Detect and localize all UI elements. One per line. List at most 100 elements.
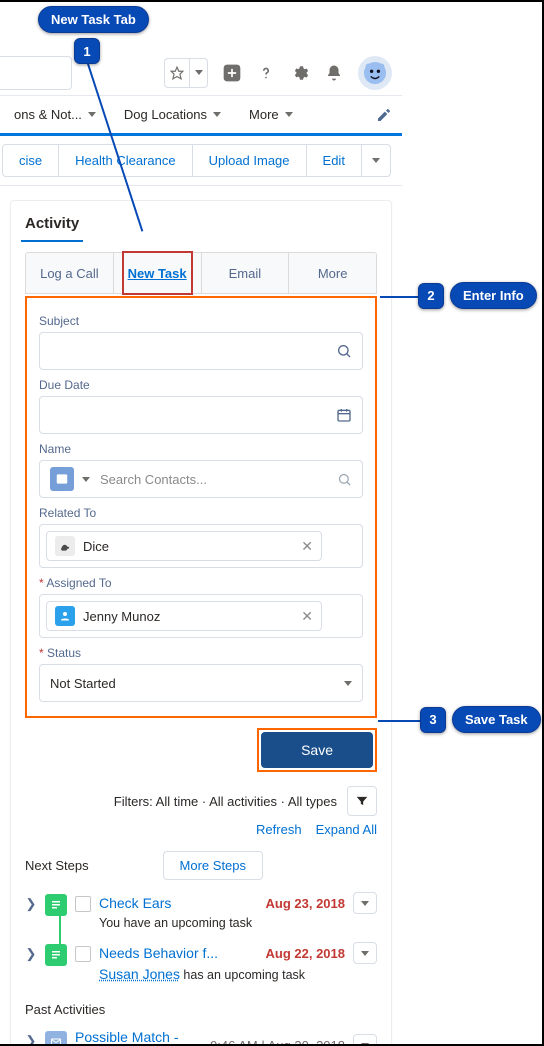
star-icon [165,59,189,87]
nav-item-2-label: Dog Locations [124,107,207,122]
status-value: Not Started [50,676,116,691]
callout-2-label: Enter Info [450,282,537,309]
task-menu-button[interactable] [353,942,377,964]
activity-card: Activity Log a Call New Task Email More … [10,200,392,1046]
user-avatar[interactable] [358,56,392,90]
subject-input[interactable] [39,332,363,370]
nav-item-1[interactable]: ons & Not... [0,95,110,135]
task-subtitle-rest: has an upcoming task [180,968,305,982]
plus-icon[interactable] [222,63,242,83]
save-highlight: Save [257,728,377,772]
task-icon [45,894,67,916]
bell-icon[interactable] [324,63,344,83]
nav-item-1-label: ons & Not... [14,107,82,122]
nav-item-2[interactable]: Dog Locations [110,95,235,135]
expand-chevron-icon[interactable]: ❯ [25,896,37,912]
nav-item-more-label: More [249,107,279,122]
activity-menu-button[interactable] [353,1034,377,1046]
action-health-clearance[interactable]: Health Clearance [59,145,192,176]
filter-summary: Filters: All time · All activities · All… [114,794,337,809]
assigned-to-entity[interactable]: Jenny Munoz ✕ [46,601,322,631]
name-input[interactable]: Search Contacts... [39,460,363,498]
save-button[interactable]: Save [261,732,373,768]
refresh-link[interactable]: Refresh [256,822,302,837]
filter-button[interactable] [347,786,377,816]
task-checkbox[interactable] [75,946,91,962]
clear-icon[interactable]: ✕ [301,608,313,625]
timeline-item: ❯ Check Ears Aug 23, 2018 [25,886,377,936]
task-date: Aug 22, 2018 [266,946,346,961]
due-date-label: Due Date [39,378,363,392]
subject-label: Subject [39,314,363,328]
action-upload-image[interactable]: Upload Image [193,145,307,176]
nav-item-more[interactable]: More [235,95,307,135]
tab-email[interactable]: Email [202,253,290,293]
chevron-down-icon [344,681,352,686]
task-link[interactable]: Check Ears [99,895,171,911]
timeline-item: ❯ Possible Match - Pl... 9:46 AM | Aug 2… [25,1023,377,1046]
tab-new-task[interactable]: New Task [114,253,202,293]
chevron-down-icon [88,112,96,117]
timeline-item: ❯ Needs Behavior f... Aug 22, 2018 [25,936,377,988]
related-to-label: Related To [39,506,363,520]
related-to-input[interactable]: Dice ✕ [39,524,363,568]
action-more-button[interactable] [362,145,390,176]
chevron-down-icon [361,1043,369,1046]
contact-icon [50,467,74,491]
assigned-to-value: Jenny Munoz [83,609,160,624]
search-icon [336,343,352,359]
callout-2-number: 2 [418,283,444,309]
record-action-bar: cise Health Clearance Upload Image Edit [0,136,402,186]
assigned-to-input[interactable]: Jenny Munoz ✕ [39,594,363,638]
activity-link[interactable]: Possible Match - Pl... [75,1029,200,1046]
task-subtitle: Susan Jones has an upcoming task [99,966,377,982]
email-icon [45,1031,67,1046]
callout-3-label: Save Task [452,706,541,733]
tab-new-task-label: New Task [128,266,187,281]
chevron-down-icon[interactable] [82,477,90,482]
expand-chevron-icon[interactable]: ❯ [25,1033,37,1046]
status-select[interactable]: Not Started [39,664,363,702]
name-label: Name [39,442,363,456]
callout-1-number: 1 [74,38,100,64]
related-to-value: Dice [83,539,109,554]
user-icon [55,606,75,626]
chevron-down-icon [361,901,369,906]
help-icon[interactable] [256,63,276,83]
chevron-down-icon [285,112,293,117]
action-cise[interactable]: cise [3,145,59,176]
action-edit[interactable]: Edit [307,145,362,176]
object-nav: ons & Not... Dog Locations More [0,96,402,136]
dog-icon [55,536,75,556]
name-placeholder: Search Contacts... [100,472,207,487]
task-owner-link[interactable]: Susan Jones [99,966,180,982]
chevron-down-icon [189,59,207,87]
tab-log-call[interactable]: Log a Call [26,253,114,293]
callout-1-label: New Task Tab [38,6,149,33]
activity-tabstrip: Log a Call New Task Email More [25,252,377,294]
status-label: Status [39,646,363,660]
related-to-entity[interactable]: Dice ✕ [46,531,322,561]
search-icon [337,472,352,487]
card-title[interactable]: Activity [21,207,83,242]
more-steps-button[interactable]: More Steps [163,851,263,880]
due-date-input[interactable] [39,396,363,434]
global-header [0,50,402,96]
tab-more[interactable]: More [289,253,376,293]
clear-icon[interactable]: ✕ [301,538,313,555]
past-activities-heading: Past Activities [25,1002,105,1017]
task-link[interactable]: Needs Behavior f... [99,945,218,961]
global-search-stub[interactable] [0,56,72,90]
pencil-icon[interactable] [376,107,392,123]
chevron-down-icon [213,112,221,117]
task-menu-button[interactable] [353,892,377,914]
expand-chevron-icon[interactable]: ❯ [25,946,37,962]
callout-3-number: 3 [420,707,446,733]
assigned-to-label: Assigned To [39,576,363,590]
new-task-form: Subject Due Date Name [25,296,377,718]
settings-gear-icon[interactable] [290,63,310,83]
favorites-button[interactable] [164,58,208,88]
chevron-down-icon [372,158,380,163]
expand-all-link[interactable]: Expand All [316,822,377,837]
task-checkbox[interactable] [75,896,91,912]
